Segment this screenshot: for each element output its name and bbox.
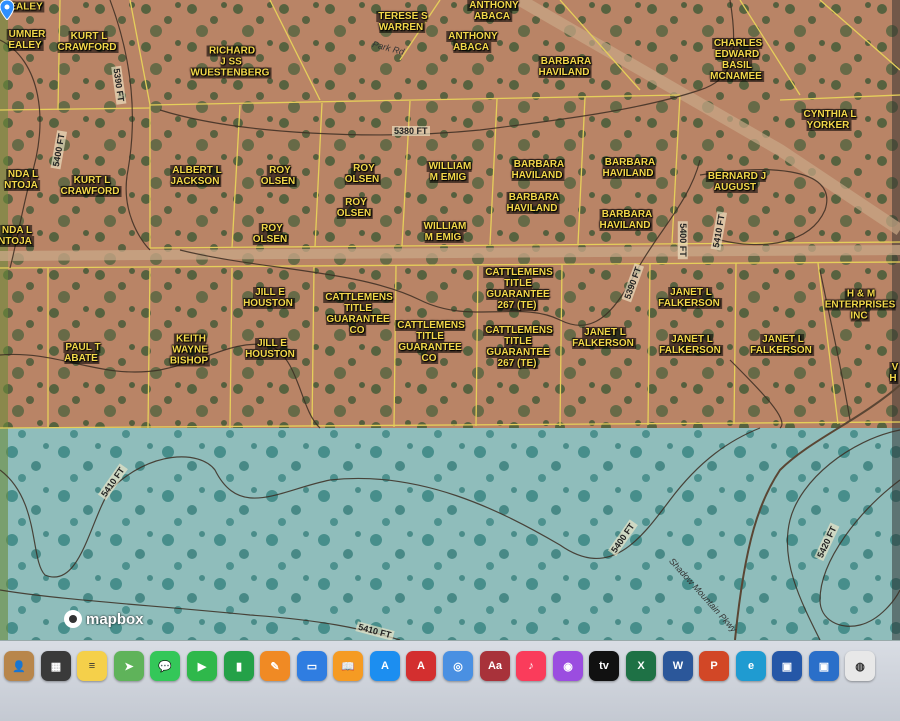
- parcel-owner-label[interactable]: JANET L FALKERSON: [572, 327, 636, 349]
- parcel-owner-label[interactable]: ALBERT L JACKSON: [170, 165, 222, 187]
- mapbox-attribution[interactable]: mapbox: [64, 610, 144, 628]
- dock-app-acrobat-icon[interactable]: A: [406, 651, 436, 681]
- parcel-owner-label[interactable]: KEITH WAYNE BISHOP: [169, 333, 211, 367]
- dock-app-powerpoint-icon[interactable]: P: [699, 651, 729, 681]
- parcel-owner-label[interactable]: WILLIAM M EMIG: [426, 161, 472, 183]
- dock-app-facetime-icon[interactable]: ▶: [187, 651, 217, 681]
- parcel-owner-label[interactable]: UMNER EALEY: [6, 29, 46, 51]
- dock-app-numbers-icon[interactable]: ▮: [224, 651, 254, 681]
- contour-label: 5380 FT: [392, 126, 430, 136]
- parcel-owner-label[interactable]: H & M ENTERPRISES INC: [824, 288, 896, 322]
- parcel-owner-label[interactable]: ROY OLSEN: [252, 223, 290, 245]
- parcel-owner-label[interactable]: JANET L FALKERSON: [659, 334, 723, 356]
- parcel-owner-label[interactable]: BARBARA HAVILAND: [602, 157, 656, 179]
- parcel-owner-label[interactable]: RICHARD J SS WUESTENBERG: [190, 45, 272, 79]
- dock-app-remote-desktop-2-icon[interactable]: ▣: [809, 651, 839, 681]
- dock-app-app-store-icon[interactable]: A: [370, 651, 400, 681]
- dock-app-contacts-icon[interactable]: 👤: [4, 651, 34, 681]
- dock-app-safari-icon[interactable]: ◎: [443, 651, 473, 681]
- dock-app-keynote-icon[interactable]: ▭: [297, 651, 327, 681]
- parcel-owner-label[interactable]: VH: [889, 362, 899, 384]
- attribution-text: mapbox: [86, 610, 144, 628]
- contour-label: 5400 FT: [677, 221, 688, 259]
- parcel-owner-label[interactable]: ANTHONY ABACA: [467, 0, 519, 22]
- parcel-owner-label[interactable]: NDA L NTOJA: [0, 225, 34, 247]
- dock-app-maps-icon[interactable]: ➤: [114, 651, 144, 681]
- dock-app-chrome-icon[interactable]: ◍: [845, 651, 875, 681]
- parcel-owner-label[interactable]: BARBARA HAVILAND: [538, 56, 592, 78]
- parcel-owner-label[interactable]: BERNARD J AUGUST: [705, 171, 767, 193]
- map-view[interactable]: EALEY UMNER EALEY KURT L CRAWFORD RICHARD J…: [0, 0, 900, 640]
- parcel-owner-label[interactable]: JILL E HOUSTON: [245, 338, 297, 360]
- location-pin-icon[interactable]: [0, 0, 14, 20]
- parcel-owner-label[interactable]: PAUL T ABATE: [63, 342, 101, 364]
- dock: 👤 ▦ ≡ ➤ 💬 ▶ ▮ ✎ ▭ 📖 A A ◎ Aa ♪ ◉ tv X W Pe ▣ ▣ ◍: [0, 640, 900, 721]
- dock-app-word-icon[interactable]: W: [663, 651, 693, 681]
- parcel-owner-label[interactable]: JILL E HOUSTON: [243, 287, 295, 309]
- parcel-owner-label[interactable]: ROY OLSEN: [260, 165, 298, 187]
- parcel-owner-label[interactable]: JANET L FALKERSON: [750, 334, 814, 356]
- parcel-owner-label[interactable]: CHARLES EDWARD BASIL MCNAMEE: [710, 38, 764, 82]
- parcel-owner-label[interactable]: KURT L CRAWFORD: [60, 175, 122, 197]
- dock-app-music-icon[interactable]: ♪: [516, 651, 546, 681]
- parcel-owner-label[interactable]: TERESE S WARREN: [376, 11, 428, 33]
- dock-app-pages-icon[interactable]: ✎: [260, 651, 290, 681]
- parcel-owner-label[interactable]: CYNTHIA L YORKER: [801, 109, 857, 131]
- parcel-owner-label[interactable]: BARBARA HAVILAND: [599, 209, 653, 231]
- parcel-owner-label[interactable]: ROY OLSEN: [344, 163, 382, 185]
- parcel-owner-label[interactable]: CATTLEMENS TITLE GUARANTEE 267 (TE): [483, 325, 553, 369]
- dock-app-remote-desktop-icon[interactable]: ▣: [772, 651, 802, 681]
- parcel-owner-label[interactable]: BARBARA HAVILAND: [511, 159, 565, 181]
- dock-app-excel-icon[interactable]: X: [626, 651, 656, 681]
- parcel-owner-label[interactable]: WILLIAM M EMIG: [421, 221, 467, 243]
- dock-app-notes-icon[interactable]: ≡: [77, 651, 107, 681]
- dock-app-edge-icon[interactable]: e: [736, 651, 766, 681]
- dock-app-messages-icon[interactable]: 💬: [150, 651, 180, 681]
- parcel-owner-label[interactable]: CATTLEMENS TITLE GUARANTEE CO: [395, 320, 465, 364]
- parcel-owner-label[interactable]: ANTHONY ABACA: [446, 31, 498, 53]
- parcel-owner-label[interactable]: BARBARA HAVILAND: [506, 192, 560, 214]
- parcel-owner-label[interactable]: JANET L FALKERSON: [658, 287, 722, 309]
- mapbox-logo-icon: [64, 610, 82, 628]
- dock-app-dictionary-icon[interactable]: Aa: [480, 651, 510, 681]
- parcel-owner-label[interactable]: NDA L NTOJA: [4, 169, 40, 191]
- parcel-owner-label[interactable]: CATTLEMENS TITLE GUARANTEE CO: [323, 292, 393, 336]
- parcel-owner-label[interactable]: CATTLEMENS TITLE GUARANTEE 267 (TE): [483, 267, 553, 311]
- dock-app-calculator-icon[interactable]: ▦: [41, 651, 71, 681]
- dock-app-podcasts-icon[interactable]: ◉: [553, 651, 583, 681]
- dock-app-books-icon[interactable]: 📖: [333, 651, 363, 681]
- dock-app-tv-icon[interactable]: tv: [589, 651, 619, 681]
- parcel-owner-label[interactable]: ROY OLSEN: [336, 197, 374, 219]
- parcel-owner-label[interactable]: KURT L CRAWFORD: [57, 31, 119, 53]
